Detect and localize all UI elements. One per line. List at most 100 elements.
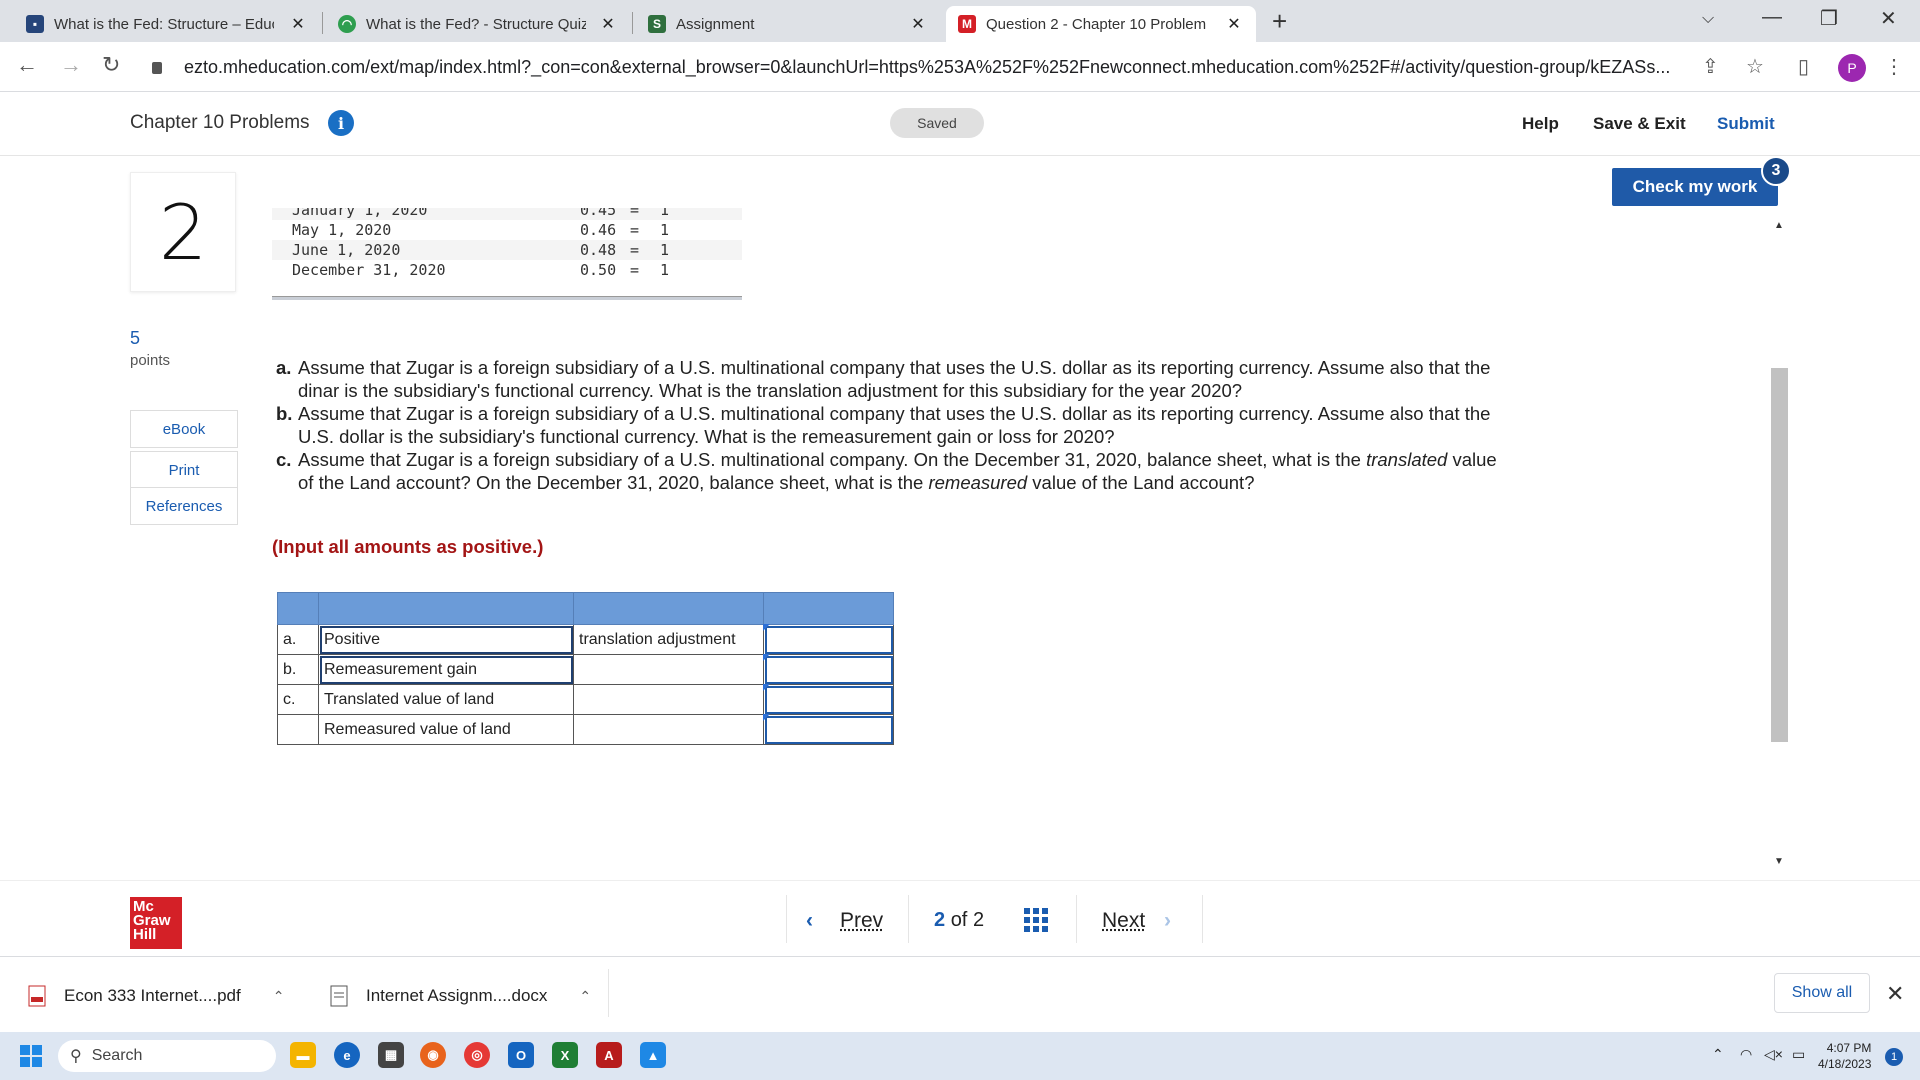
print-button[interactable]: Print (130, 451, 238, 489)
menu-dots-icon[interactable]: ⋮ (1884, 54, 1904, 79)
wifi-icon[interactable]: ◠ (1740, 1046, 1752, 1063)
window-close-icon[interactable]: ✕ (1880, 6, 1897, 31)
mcgraw-hill-logo: Mc Graw Hill (130, 897, 182, 949)
input-marker-icon (763, 654, 770, 661)
question-number: 2 (130, 172, 236, 292)
battery-icon[interactable]: ▭ (1792, 1046, 1805, 1063)
side-panel-icon[interactable]: ▯ (1798, 54, 1809, 79)
question-part-b: b. Assume that Zugar is a foreign subsidi… (276, 403, 1491, 447)
acrobat-icon[interactable]: A (596, 1042, 622, 1068)
volume-icon[interactable]: ◁× (1764, 1046, 1783, 1063)
tab-assignment[interactable]: S Assignment ✕ (636, 6, 940, 42)
chevron-right-icon[interactable]: › (1164, 909, 1171, 933)
tab-title: What is the Fed? - Structure Quiz (366, 15, 586, 33)
table-row: a. Positive translation adjustment (277, 624, 894, 655)
close-icon[interactable]: ✕ (1224, 14, 1244, 34)
photos-icon[interactable]: ▲ (640, 1042, 666, 1068)
tab-fed-structure-quiz[interactable]: ◠ What is the Fed? - Structure Quiz ✕ (326, 6, 630, 42)
url-field[interactable]: ezto.mheducation.com/ext/map/index.html?… (184, 57, 1670, 78)
taskbar-search[interactable]: ⚲ Search (58, 1040, 276, 1072)
check-my-work-button[interactable]: Check my work (1612, 168, 1778, 206)
taskbar: ⚲ Search ▬ e ▦ ◉ ◎ O X A ▲ ⌃ ◠ ◁× ▭ 4:07… (0, 1032, 1920, 1080)
row-label (573, 714, 764, 745)
row-label (573, 684, 764, 715)
new-tab-button[interactable]: + (1272, 6, 1287, 37)
tab-favicon: ▪ (26, 15, 44, 33)
answer-input-b[interactable] (763, 654, 894, 685)
app-header: Chapter 10 Problems i Saved Help Save & … (0, 92, 1920, 156)
rate-row: June 1, 2020 0.48 = 1 (272, 240, 742, 260)
answer-input-a[interactable] (763, 624, 894, 655)
tab-search-icon[interactable]: ⌵ (1702, 10, 1714, 28)
tab-title: What is the Fed: Structure – Educ (54, 15, 274, 33)
answer-dropdown-a[interactable]: Positive (318, 624, 574, 655)
file-explorer-icon[interactable]: ▬ (290, 1042, 316, 1068)
chevron-left-icon[interactable]: ‹ (806, 909, 813, 933)
submit-link[interactable]: Submit (1717, 114, 1775, 134)
chevron-up-icon[interactable]: ⌃ (273, 988, 285, 1005)
minimize-icon[interactable]: — (1762, 6, 1782, 29)
exchange-rate-table: January 1, 2020 0.45 = 1 May 1, 2020 0.46 = 1 … (272, 208, 742, 298)
points-value: 5 (130, 328, 141, 348)
close-shelf-icon[interactable]: ✕ (1886, 981, 1904, 1007)
info-icon[interactable]: i (328, 110, 354, 136)
next-button[interactable]: Next (1102, 909, 1145, 933)
chevron-up-icon[interactable]: ⌃ (579, 988, 591, 1005)
outlook-icon[interactable]: O (508, 1042, 534, 1068)
rate-row: December 31, 2020 0.50 = 1 (292, 261, 670, 279)
references-button[interactable]: References (130, 487, 238, 525)
scroll-down-icon[interactable]: ▼ (1774, 856, 1784, 867)
tab-fed-structure-educ[interactable]: ▪ What is the Fed: Structure – Educ ✕ (14, 6, 320, 42)
browser-tab-strip: ▪ What is the Fed: Structure – Educ ✕ ◠ … (0, 0, 1920, 42)
show-all-downloads-button[interactable]: Show all (1774, 973, 1870, 1013)
page-title: Chapter 10 Problems (130, 112, 310, 133)
scroll-up-icon[interactable]: ▲ (1774, 220, 1784, 231)
reload-icon[interactable]: ↻ (102, 52, 120, 78)
saved-status-badge: Saved (890, 108, 984, 138)
close-icon[interactable]: ✕ (598, 14, 618, 34)
close-icon[interactable]: ✕ (288, 14, 308, 34)
ebook-button[interactable]: eBook (130, 410, 238, 448)
forward-icon[interactable]: → (60, 52, 82, 78)
tab-favicon: M (958, 15, 976, 33)
answer-input-c-translated[interactable] (763, 684, 894, 715)
download-item-docx[interactable]: Internet Assignm....docx ⌃ (330, 985, 591, 1007)
instruction-note: (Input all amounts as positive.) (272, 536, 544, 557)
share-icon[interactable]: ⇪ (1702, 54, 1719, 79)
search-icon: ⚲ (70, 1048, 82, 1065)
question-text: a. Assume that Zugar is a foreign subsidi… (276, 356, 1506, 494)
profile-avatar[interactable]: P (1838, 54, 1866, 82)
row-label: Remeasured value of land (318, 714, 574, 745)
download-item-pdf[interactable]: Econ 333 Internet....pdf ⌃ (28, 985, 284, 1007)
assignment-footer: Mc Graw Hill ‹ Prev 2 of 2 Next › (0, 880, 1920, 956)
bookmark-star-icon[interactable]: ☆ (1746, 54, 1764, 79)
answer-input-c-remeasured[interactable] (763, 714, 894, 745)
chrome-icon[interactable]: ◎ (464, 1042, 490, 1068)
table-row: c. Translated value of land (277, 684, 894, 715)
tab-favicon: S (648, 15, 666, 33)
close-icon[interactable]: ✕ (908, 14, 928, 34)
rate-row: May 1, 2020 0.46 = 1 (292, 221, 670, 239)
tray-overflow-icon[interactable]: ⌃ (1712, 1046, 1724, 1063)
help-link[interactable]: Help (1522, 114, 1559, 134)
notification-badge[interactable]: 1 (1885, 1048, 1903, 1066)
clock[interactable]: 4:07 PM 4/18/2023 (1818, 1040, 1871, 1072)
lock-icon (152, 62, 162, 74)
table-row: Remeasured value of land (277, 714, 894, 745)
excel-icon[interactable]: X (552, 1042, 578, 1068)
edge-icon[interactable]: e (334, 1042, 360, 1068)
tab-question-2[interactable]: M Question 2 - Chapter 10 Problem ✕ (946, 6, 1256, 42)
save-exit-link[interactable]: Save & Exit (1593, 114, 1686, 134)
answer-dropdown-b[interactable]: Remeasurement gain (318, 654, 574, 685)
question-part-c: c. Assume that Zugar is a foreign subsid… (276, 449, 1497, 493)
grid-view-icon[interactable] (1024, 908, 1048, 932)
restore-icon[interactable]: ❐ (1820, 6, 1838, 31)
calculator-icon[interactable]: ▦ (378, 1042, 404, 1068)
back-icon[interactable]: ← (16, 52, 38, 78)
windows-start-icon[interactable] (20, 1045, 42, 1067)
prev-button[interactable]: Prev (840, 909, 883, 933)
page-indicator: 2 of 2 (934, 909, 985, 931)
firefox-icon[interactable]: ◉ (420, 1042, 446, 1068)
scrollbar-thumb[interactable] (1771, 368, 1788, 742)
table-divider (272, 296, 742, 300)
